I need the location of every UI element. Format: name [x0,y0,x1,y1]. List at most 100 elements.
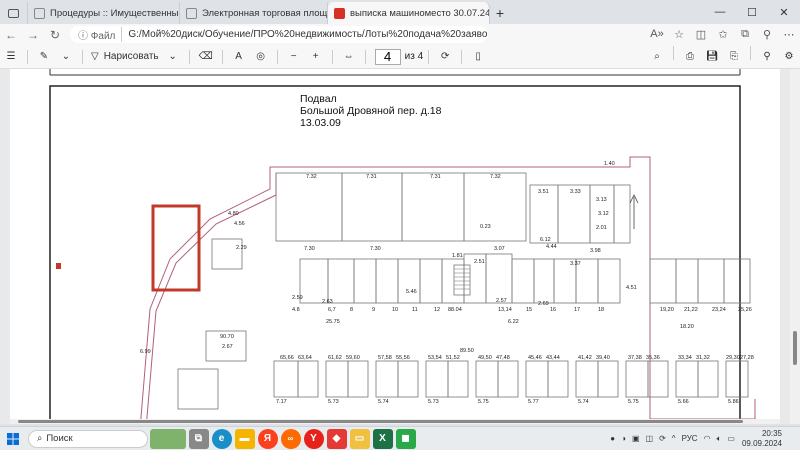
tray-app-icon[interactable]: ⟳ [659,434,666,443]
tab-etp[interactable]: Электронная торговая площадк ✕ [180,2,328,24]
stall-number: 31,32 [696,355,710,361]
weather-widget-icon[interactable] [149,428,186,449]
taskbar-search[interactable]: ⌕ Поиск [28,429,148,448]
new-tab-button[interactable]: + [490,2,510,24]
dimension-label: 4.56 [234,221,245,227]
glasses-icon: ◎ [256,51,265,62]
anydesk-icon[interactable]: ◆ [326,428,347,449]
stall-number: 33,34 [678,355,692,361]
dimension-label: 7.31 [366,174,377,180]
search-button[interactable]: ⌕ [646,46,668,68]
extensions-icon[interactable]: ⚲ [756,28,778,41]
tray-app-icon[interactable]: ● [610,434,615,443]
scroll-thumb[interactable] [793,331,797,365]
read-aloud-button[interactable]: ◎ [250,46,272,68]
horizontal-scrollbar[interactable] [10,419,780,424]
stall-number: 8 [350,307,354,313]
stall-number: 57,58 [378,355,392,361]
more-icon[interactable]: ⋯ [778,28,800,41]
collections-icon[interactable]: ⧉ [734,28,756,41]
pdf-viewport[interactable]: Подвал Большой Дровяной пер. д.18 13.03.… [0,69,800,424]
close-window-icon[interactable]: ✕ [768,0,800,24]
file-explorer-icon[interactable]: ▬ [234,428,255,449]
gear-icon: ⚙ [784,51,794,62]
stall-number: 11 [412,307,418,313]
draw-dropdown[interactable]: ⌄ [162,46,184,68]
favorite-star-icon[interactable]: ☆ [668,28,690,41]
url-field[interactable]: ⓘ Файл G:/Мой%20диск/Обучение/ПРО%20недв… [70,26,488,43]
search-icon: ⌕ [37,433,43,444]
excel-icon[interactable]: X [372,428,393,449]
highlight-button[interactable]: ✎ [33,46,55,68]
dimension-label: 0.23 [480,224,491,230]
edge-icon[interactable]: e [211,428,232,449]
page-number-input[interactable] [374,48,401,65]
stall-number: 88.04 [448,307,462,313]
tab-actions-button[interactable] [0,2,28,24]
folder-icon[interactable]: ▭ [349,428,370,449]
dimension-label: 5.74 [578,399,589,405]
volume-icon[interactable]: 🔈︎ [717,434,722,444]
stall-number: 23,24 [712,307,726,313]
zoom-out-button[interactable]: − [283,46,305,68]
yandex-browser-icon[interactable]: Я [257,428,278,449]
save-as-button[interactable]: ⎘ [723,46,745,68]
dimension-label: 6.22 [508,319,519,325]
rotate-icon: ⟳ [440,51,450,62]
tab-title: Электронная торговая площадк [202,7,328,19]
battery-icon[interactable]: ▭ [727,434,735,443]
settings-button[interactable]: ⚙ [778,46,800,68]
divider [276,49,278,64]
tray-app-icon[interactable]: ▣ [632,434,640,443]
scroll-thumb[interactable] [18,420,743,423]
yandex-icon[interactable]: Y [303,428,324,449]
fit-page-button[interactable]: ⇔ [338,46,360,68]
stall-number: 59,60 [346,355,360,361]
system-tray: ● ◑ ▣ ◫ ⟳ ^ РУС ◠ 🔈︎ ▭ 20:35 09.09.2024 [607,429,800,449]
search-icon: ⌕ [654,51,660,62]
erase-button[interactable]: ⌫ [195,46,217,68]
stall-number: 25,26 [738,307,752,313]
text-button[interactable]: A [228,46,250,68]
language-indicator[interactable]: РУС [682,434,698,443]
highlight-dropdown[interactable]: ⌄ [55,46,77,68]
search-label: Поиск [46,433,73,444]
text-icon: A [235,51,242,62]
vertical-scrollbar[interactable] [790,69,800,424]
dimension-label: 6.12 [540,237,551,243]
divider [221,49,223,64]
dimension-label: 3.07 [494,246,505,252]
refresh-button[interactable]: ↻ [44,24,66,45]
ok-icon[interactable]: ∞ [280,428,301,449]
tray-app-icon[interactable]: ◑ [621,434,626,443]
favorites-icon[interactable]: ✩ [712,28,734,41]
address-bar: ← → ↻ ⓘ Файл G:/Мой%20диск/Обучение/ПРО%… [0,24,800,45]
forward-button[interactable]: → [22,24,44,45]
task-view-icon[interactable]: ⧉ [188,428,209,449]
dimension-label: 4.51 [626,285,637,291]
read-aloud-icon[interactable]: A» [646,28,668,41]
tab-procedures[interactable]: Процедуры :: Имущественные т ✕ [28,2,180,24]
tray-app-icon[interactable]: ◫ [646,434,654,443]
clock[interactable]: 20:35 09.09.2024 [742,429,782,449]
plus-icon: + [312,51,319,62]
tab-pdf-active[interactable]: выписка машиноместо 30.07.24 ✕ [328,2,490,24]
draw-button[interactable]: ▽ Нарисовать [88,46,162,68]
start-button[interactable] [0,428,26,450]
rotate-button[interactable]: ⟳ [434,46,456,68]
split-screen-icon[interactable]: ◫ [690,28,712,41]
minimize-icon[interactable]: — [704,0,736,24]
chevron-up-icon[interactable]: ^ [672,434,676,443]
page-view-button[interactable]: ▯ [467,46,489,68]
page-view-icon: ▯ [475,51,481,62]
maximize-icon[interactable]: ☐ [736,0,768,24]
back-button[interactable]: ← [0,24,22,45]
pin-toolbar-button[interactable]: ⚲ [756,46,778,68]
save-button[interactable]: 💾︎ [701,46,723,68]
contents-button[interactable]: ☰ [0,46,22,68]
zoom-in-button[interactable]: + [305,46,327,68]
app-icon[interactable]: ◼ [395,428,416,449]
print-button[interactable]: ⎙ [679,46,701,68]
stall-number: 12 [434,307,441,313]
wifi-icon[interactable]: ◠ [704,434,711,443]
